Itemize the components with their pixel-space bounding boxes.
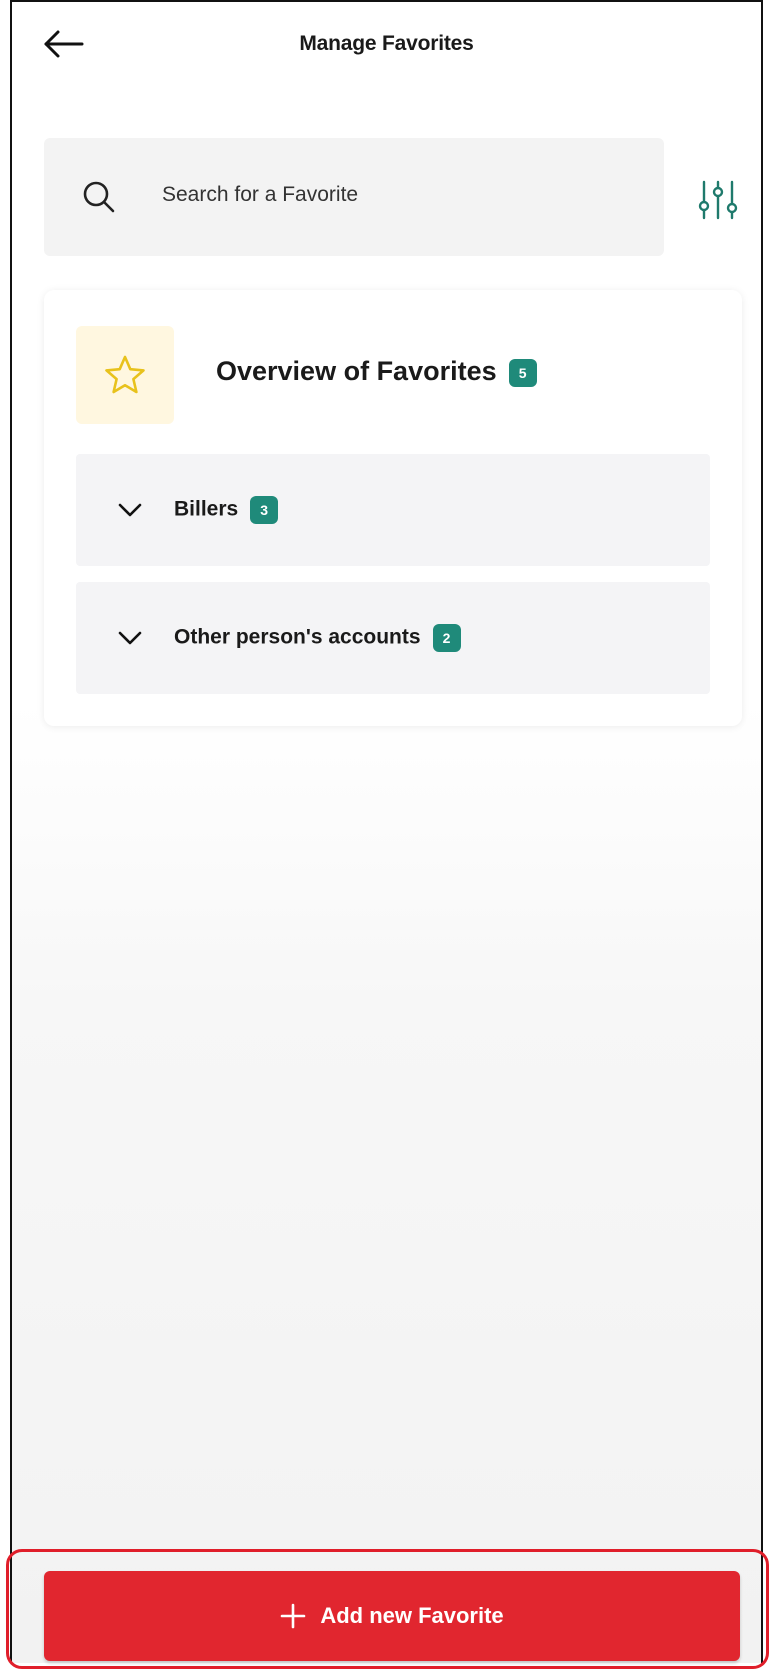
app-screen: Manage Favorites Search for a Favorite O… bbox=[10, 0, 763, 1663]
add-button-label: Add new Favorite bbox=[320, 1603, 504, 1628]
plus-icon bbox=[281, 1603, 306, 1629]
filter-sliders-icon bbox=[698, 180, 738, 220]
section-other-persons-accounts[interactable]: Other person's accounts 2 bbox=[76, 582, 710, 694]
chevron-down-icon bbox=[118, 503, 142, 517]
add-new-favorite-button[interactable]: Add new Favorite bbox=[44, 1571, 740, 1661]
section-billers[interactable]: Billers 3 bbox=[76, 454, 710, 566]
overview-title-text: Overview of Favorites bbox=[216, 356, 497, 386]
overview-count-badge: 5 bbox=[508, 358, 537, 387]
filter-button[interactable] bbox=[696, 178, 740, 222]
section-label-text: Billers bbox=[174, 497, 239, 521]
header: Manage Favorites bbox=[12, 2, 761, 92]
star-icon bbox=[105, 355, 145, 394]
section-label: Billers 3 bbox=[174, 496, 279, 524]
section-label-text: Other person's accounts bbox=[174, 625, 421, 649]
search-placeholder: Search for a Favorite bbox=[162, 183, 359, 206]
star-tile bbox=[76, 326, 174, 424]
chevron-down-icon bbox=[118, 631, 142, 645]
section-label: Other person's accounts 2 bbox=[174, 624, 461, 652]
overview-title: Overview of Favorites 5 bbox=[216, 356, 537, 387]
section-count-badge: 3 bbox=[250, 496, 279, 524]
search-input[interactable]: Search for a Favorite bbox=[44, 138, 664, 256]
page-title: Manage Favorites bbox=[299, 32, 474, 55]
section-count-badge: 2 bbox=[432, 624, 461, 652]
search-icon bbox=[83, 181, 115, 213]
favorites-overview-card: Overview of Favorites 5 Billers 3 Other pe… bbox=[44, 290, 742, 726]
